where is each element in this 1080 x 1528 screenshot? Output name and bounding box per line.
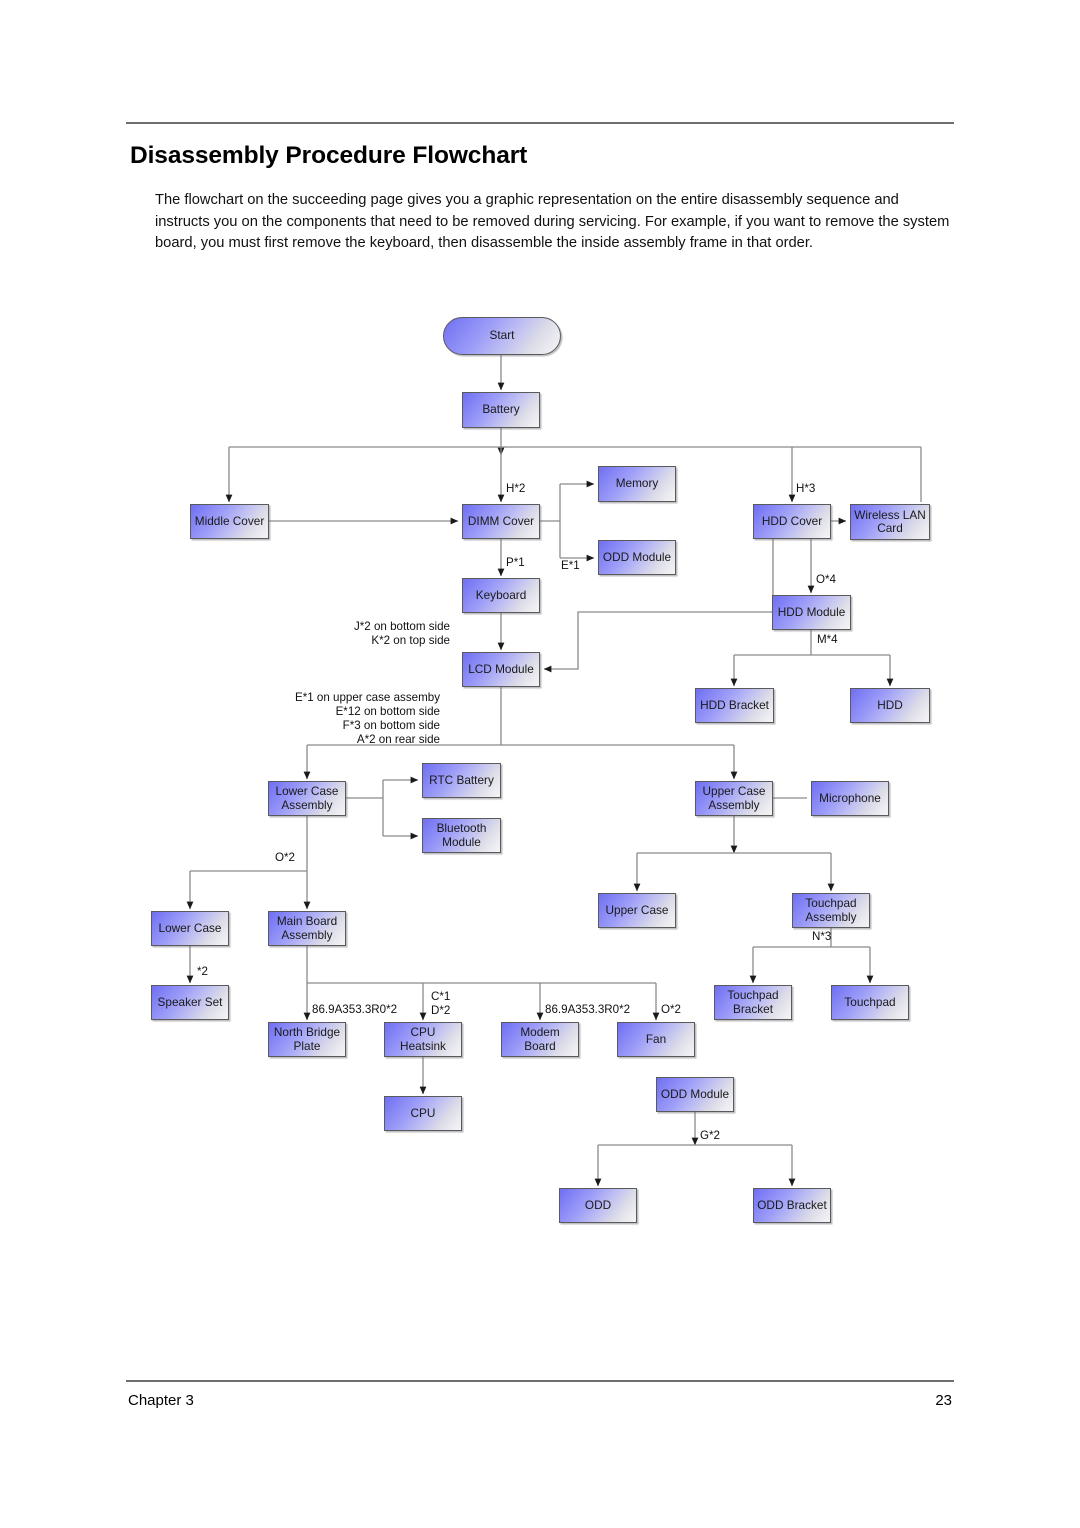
flow-node-cpu: CPU (384, 1096, 462, 1131)
flow-edge-label-lbl-p1: P*1 (506, 556, 525, 569)
flow-node-battery: Battery (462, 392, 540, 428)
flow-node-odd: ODD (559, 1188, 637, 1223)
flow-node-label: Battery (482, 402, 520, 417)
flow-node-hdd-cover: HDD Cover (753, 504, 831, 539)
flow-edge-label-lbl-o4: O*4 (816, 573, 836, 586)
flow-edge-label-lbl-e1: E*1 (561, 559, 580, 572)
flow-node-label: Touchpad Bracket (727, 988, 779, 1016)
flow-node-label: Lower Case Assembly (275, 784, 339, 812)
flow-node-upper-case: Upper Case (598, 893, 676, 928)
flow-node-lower-case-asm: Lower Case Assembly (268, 781, 346, 816)
flow-node-label: Main Board Assembly (276, 914, 338, 942)
flow-node-lcd-module: LCD Module (462, 652, 540, 687)
flow-node-bluetooth-module: Bluetooth Module (422, 818, 501, 853)
flow-node-label: ODD (584, 1197, 612, 1212)
flow-node-label: Memory (615, 476, 659, 491)
flow-edge-label-lbl-c1: C*1 D*2 (431, 990, 451, 1017)
flow-node-label: Upper Case (605, 902, 669, 917)
flow-node-label: Middle Cover (194, 513, 265, 528)
flow-node-label: Modem Board (520, 1025, 560, 1053)
flow-edge-label-lbl-pn2: 86.9A353.3R0*2 (545, 1003, 631, 1016)
flow-node-label: Microphone (819, 790, 881, 805)
flow-edge-label-lbl-s2: *2 (197, 965, 208, 978)
flow-node-touchpad: Touchpad (831, 985, 909, 1020)
flow-edge-label-lbl-jk: J*2 on bottom side K*2 on top side (353, 620, 450, 647)
flow-node-north-bridge: North Bridge Plate (268, 1022, 346, 1057)
flow-node-cpu-heatsink: CPU Heatsink (384, 1022, 462, 1057)
flow-node-middle-cover: Middle Cover (190, 504, 269, 539)
flow-node-label: HDD (877, 697, 903, 712)
flow-node-label: Lower Case (158, 920, 222, 935)
flow-edge-label-lbl-m4: M*4 (817, 633, 838, 646)
flow-node-keyboard: Keyboard (462, 578, 540, 613)
flow-edge-label-lbl-h2: H*2 (506, 482, 526, 495)
flow-node-hdd: HDD (850, 688, 930, 723)
flow-node-label: ODD Module (602, 549, 672, 564)
flow-node-hdd-module: HDD Module (772, 595, 851, 630)
flow-node-label: Touchpad (844, 994, 896, 1009)
flow-node-rtc-battery: RTC Battery (422, 763, 501, 798)
flow-edge-label-lbl-h3: H*3 (796, 482, 816, 495)
flow-node-label: ODD Module (660, 1086, 730, 1101)
flow-node-odd-module-top: ODD Module (598, 540, 676, 575)
flow-node-label: Speaker Set (157, 994, 223, 1009)
footer-page-number: 23 (935, 1392, 952, 1409)
flow-node-wireless-lan: Wireless LAN Card (850, 504, 930, 540)
flow-node-label: LCD Module (468, 661, 534, 676)
flow-node-label: HDD Cover (761, 513, 823, 528)
flow-node-label: DIMM Cover (467, 513, 535, 528)
flow-node-label: CPU (410, 1105, 436, 1120)
flow-node-odd-bracket: ODD Bracket (753, 1188, 831, 1223)
flow-node-microphone: Microphone (811, 781, 889, 816)
flow-edge-label-lbl-lcd: E*1 on upper case assemby E*12 on bottom… (294, 691, 440, 746)
flow-node-label: HDD Module (777, 604, 846, 619)
footer-divider (126, 1380, 954, 1382)
flow-node-speaker-set: Speaker Set (151, 985, 229, 1020)
flow-node-label: Bluetooth Module (436, 821, 487, 849)
flow-node-fan: Fan (617, 1022, 695, 1057)
flow-node-label: Wireless LAN Card (854, 507, 926, 535)
flow-node-touchpad-asm: Touchpad Assembly (792, 893, 870, 928)
flow-node-label: HDD Bracket (700, 697, 769, 712)
flow-edge-label-lbl-g2: G*2 (700, 1129, 720, 1142)
flow-node-label: North Bridge Plate (273, 1025, 341, 1053)
flow-node-label: Start (489, 328, 515, 343)
flow-node-label: Keyboard (475, 587, 527, 602)
flow-node-touchpad-bracket: Touchpad Bracket (714, 985, 792, 1020)
disassembly-flowchart: Start Battery Middle Cover DIMM Cover Memory… (0, 0, 1080, 1528)
flow-node-label: Touchpad Assembly (805, 896, 857, 924)
document-page: Disassembly Procedure Flowchart The flow… (0, 0, 1080, 1528)
flow-node-start: Start (443, 317, 561, 355)
flow-edge-label-lbl-o2b: O*2 (661, 1003, 681, 1016)
flow-node-hdd-bracket: HDD Bracket (695, 688, 774, 723)
flow-node-memory: Memory (598, 466, 676, 502)
flow-node-odd-module-bot: ODD Module (656, 1077, 734, 1112)
flow-node-dimm-cover: DIMM Cover (462, 504, 540, 539)
flow-node-main-board-asm: Main Board Assembly (268, 911, 346, 946)
flow-node-lower-case: Lower Case (151, 911, 229, 946)
flow-node-label: CPU Heatsink (400, 1025, 446, 1053)
flow-node-label: RTC Battery (429, 772, 494, 787)
flow-edge-label-lbl-n3: N*3 (812, 930, 832, 943)
flow-edge-label-lbl-o2a: O*2 (275, 851, 295, 864)
flowchart-connectors (186, 355, 922, 1187)
flow-node-modem-board: Modem Board (501, 1022, 579, 1057)
flow-node-label: ODD Bracket (757, 1197, 827, 1212)
flow-node-upper-case-asm: Upper Case Assembly (695, 781, 773, 816)
flow-node-label: Upper Case Assembly (702, 784, 766, 812)
flow-edge-label-lbl-pn1: 86.9A353.3R0*2 (312, 1003, 398, 1016)
flow-node-label: Fan (645, 1031, 667, 1046)
